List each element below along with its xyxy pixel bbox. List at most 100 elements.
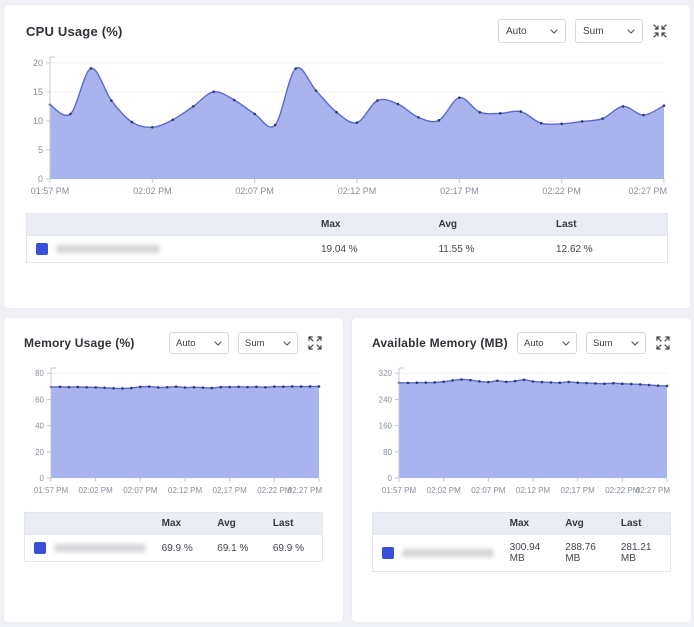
svg-text:02:02 PM: 02:02 PM (427, 486, 462, 495)
svg-text:10: 10 (33, 116, 43, 126)
svg-text:01:57 PM: 01:57 PM (382, 486, 417, 495)
svg-text:320: 320 (379, 369, 393, 378)
select-value: Auto (506, 26, 527, 37)
svg-text:160: 160 (379, 422, 393, 431)
chevron-down-icon (631, 341, 639, 346)
svg-text:01:57 PM: 01:57 PM (34, 486, 69, 495)
legend-header-max: Max (156, 513, 212, 535)
series-name-redacted (56, 245, 160, 253)
legend-header-avg: Avg (432, 214, 550, 236)
legend-header-avg: Avg (211, 513, 267, 535)
available-memory-area-chart[interactable]: 0 80 160 240 320 01:57 PM 02:02 PM 02:07 PM 02:1… (372, 360, 671, 500)
svg-text:02:22 PM: 02:22 PM (542, 186, 581, 196)
expand-button[interactable] (307, 335, 323, 351)
svg-text:02:17 PM: 02:17 PM (440, 186, 479, 196)
collapse-icon (653, 24, 667, 38)
svg-text:60: 60 (35, 395, 44, 404)
time-range-select[interactable]: Auto (517, 332, 577, 354)
legend-header-series (373, 513, 504, 535)
legend-last-value: 281.21 MB (615, 535, 671, 572)
legend-header-row: Max Avg Last (25, 513, 323, 535)
legend-avg-value: 11.55 % (432, 236, 550, 263)
svg-text:02:17 PM: 02:17 PM (213, 486, 248, 495)
legend-header-row: Max Avg Last (27, 214, 668, 236)
series-color-swatch (382, 547, 394, 559)
panel-title: Memory Usage (%) (24, 336, 135, 350)
svg-text:80: 80 (383, 448, 392, 457)
svg-text:0: 0 (388, 474, 393, 483)
svg-text:0: 0 (38, 174, 43, 184)
svg-text:20: 20 (33, 58, 43, 68)
svg-text:02:27 PM: 02:27 PM (628, 186, 667, 196)
legend-series-row[interactable]: 69.9 % 69.1 % 69.9 % (25, 535, 323, 562)
time-range-select[interactable]: Auto (498, 19, 566, 43)
panel-title: Available Memory (MB) (372, 336, 508, 350)
legend-max-value: 19.04 % (315, 236, 433, 263)
aggregation-select[interactable]: Sum (586, 332, 646, 354)
legend-header-max: Max (504, 513, 560, 535)
svg-text:02:07 PM: 02:07 PM (235, 186, 274, 196)
memory-usage-panel: Memory Usage (%) Auto Sum 0 20 40 60 80 01:57… (4, 318, 343, 622)
expand-icon (308, 336, 322, 350)
svg-text:02:07 PM: 02:07 PM (123, 486, 158, 495)
select-value: Auto (176, 338, 196, 349)
expand-button[interactable] (655, 335, 671, 351)
memory-panel-header: Memory Usage (%) Auto Sum (24, 332, 323, 354)
legend-header-series (27, 214, 315, 236)
svg-text:02:22 PM: 02:22 PM (257, 486, 292, 495)
chevron-down-icon (562, 341, 570, 346)
aggregation-select[interactable]: Sum (575, 19, 643, 43)
svg-text:40: 40 (35, 422, 44, 431)
legend-max-value: 300.94 MB (504, 535, 560, 572)
cpu-panel-header: CPU Usage (%) Auto Sum (26, 19, 668, 43)
svg-text:02:27 PM: 02:27 PM (288, 486, 323, 495)
memory-legend-table: Max Avg Last 69.9 % 69.1 % 69.9 % (24, 512, 323, 562)
svg-text:240: 240 (379, 395, 393, 404)
cpu-usage-area-chart[interactable]: 0 5 10 15 20 01:57 PM 02:02 PM 02:07 PM 02:12 PM… (26, 49, 668, 201)
series-color-swatch (36, 243, 48, 255)
legend-header-series (25, 513, 156, 535)
legend-header-last: Last (550, 214, 668, 236)
memory-usage-area-chart[interactable]: 0 20 40 60 80 01:57 PM 02:02 PM 02:07 PM 02:12 P… (24, 360, 323, 500)
select-value: Auto (524, 338, 544, 349)
svg-text:02:02 PM: 02:02 PM (79, 486, 114, 495)
svg-text:02:27 PM: 02:27 PM (636, 486, 671, 495)
svg-text:5: 5 (38, 145, 43, 155)
svg-text:01:57 PM: 01:57 PM (31, 186, 70, 196)
svg-text:02:12 PM: 02:12 PM (516, 486, 551, 495)
svg-text:20: 20 (35, 448, 44, 457)
legend-last-value: 12.62 % (550, 236, 668, 263)
series-name-redacted (54, 544, 146, 552)
collapse-button[interactable] (652, 23, 668, 39)
legend-header-avg: Avg (559, 513, 615, 535)
legend-avg-value: 69.1 % (211, 535, 267, 562)
chevron-down-icon (550, 29, 558, 34)
select-value: Sum (245, 338, 265, 349)
svg-text:0: 0 (40, 474, 45, 483)
legend-series-row[interactable]: 19.04 % 11.55 % 12.62 % (27, 236, 668, 263)
legend-last-value: 69.9 % (267, 535, 323, 562)
series-name-redacted (402, 549, 494, 557)
svg-text:02:12 PM: 02:12 PM (338, 186, 377, 196)
select-value: Sum (593, 338, 613, 349)
available-memory-legend-table: Max Avg Last 300.94 MB 288.76 MB 281.21 … (372, 512, 671, 572)
legend-max-value: 69.9 % (156, 535, 212, 562)
cpu-usage-panel: CPU Usage (%) Auto Sum 0510152001:57 PM0… (4, 5, 690, 308)
select-value: Sum (583, 26, 604, 37)
svg-text:02:22 PM: 02:22 PM (605, 486, 640, 495)
chevron-down-icon (214, 341, 222, 346)
legend-header-last: Last (267, 513, 323, 535)
svg-text:02:12 PM: 02:12 PM (168, 486, 203, 495)
svg-text:02:02 PM: 02:02 PM (133, 186, 172, 196)
available-memory-panel-header: Available Memory (MB) Auto Sum (372, 332, 671, 354)
chevron-down-icon (283, 341, 291, 346)
svg-text:80: 80 (35, 369, 44, 378)
legend-series-row[interactable]: 300.94 MB 288.76 MB 281.21 MB (373, 535, 671, 572)
svg-text:15: 15 (33, 87, 43, 97)
legend-header-row: Max Avg Last (373, 513, 671, 535)
cpu-legend-table: Max Avg Last 19.04 % 11.55 % 12.62 % (26, 213, 668, 263)
time-range-select[interactable]: Auto (169, 332, 229, 354)
aggregation-select[interactable]: Sum (238, 332, 298, 354)
svg-text:02:07 PM: 02:07 PM (471, 486, 506, 495)
chevron-down-icon (627, 29, 635, 34)
